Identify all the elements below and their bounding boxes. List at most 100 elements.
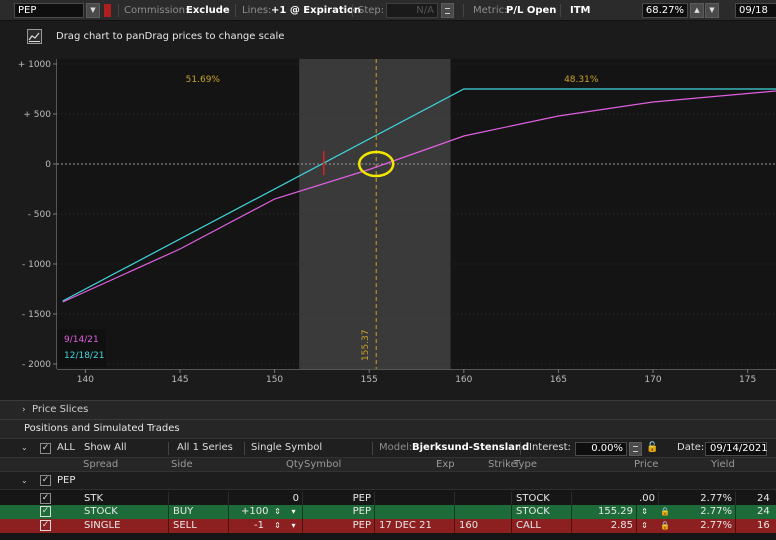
show-filter-dropdown[interactable]: Show All — [84, 439, 127, 457]
model-dropdown[interactable]: Bjerksund-Stensland — [412, 439, 529, 457]
header-spread[interactable]: Spread — [83, 458, 118, 472]
commission-value[interactable]: Exclude — [186, 3, 230, 18]
qty-dropdown-icon[interactable]: ▾ — [289, 506, 298, 517]
header-exp[interactable]: Exp — [436, 458, 455, 472]
itm-dropdown-button[interactable]: ▼ — [705, 3, 719, 18]
header-side[interactable]: Side — [171, 458, 193, 472]
y-tick-label: + 1000 — [18, 60, 52, 70]
y-tick-label: 0 — [45, 160, 51, 170]
table-row[interactable]: ✓ STOCK BUY +100 ⇕ ▾ PEP STOCK 155.29 ⇕ … — [0, 505, 776, 519]
group-checkbox[interactable]: ✓ — [40, 475, 51, 486]
select-all-checkbox[interactable]: ✓ — [40, 443, 51, 454]
symbol-input[interactable]: PEP — [14, 3, 84, 18]
price-slices-label[interactable]: Price Slices — [32, 401, 88, 419]
symbol-dropdown-button[interactable]: ▼ — [86, 3, 100, 18]
cell-type: STOCK — [512, 492, 572, 506]
risk-profile-chart[interactable]: + 1000 + 500 0- 500- 1000- 1500- 2000 140 1… — [0, 55, 776, 395]
series-filter-dropdown[interactable]: All 1 Series — [177, 439, 233, 457]
cell-yield: 2.77% — [659, 492, 736, 506]
price-spinner-icon[interactable]: ⇕ — [640, 506, 649, 517]
qty-spinner-icon[interactable]: ⇕ — [273, 520, 282, 531]
step-input[interactable]: N/A — [386, 3, 438, 18]
row-checkbox[interactable]: ✓ — [40, 506, 51, 517]
probability-left-label: 51.69% — [186, 75, 221, 85]
x-tick-label: 150 — [266, 375, 283, 385]
itm-percent-input[interactable]: 68.27% — [642, 3, 688, 18]
y-tick-label: - 1500 — [22, 310, 51, 320]
table-row[interactable]: ✓ STK 0 PEP STOCK .00 2.77% 24 — [0, 492, 776, 506]
cell-spread: STOCK — [80, 505, 169, 519]
risk-profile-svg[interactable]: + 1000+ 5000- 500- 1000- 1500- 2000 140 1… — [0, 55, 776, 395]
metric-value[interactable]: P/L Open — [506, 3, 556, 18]
cell-symbol: PEP — [303, 505, 375, 519]
header-qty[interactable]: Qty — [286, 458, 304, 472]
cell-extra: 24 — [757, 506, 770, 517]
header-yield[interactable]: Yield — [711, 458, 735, 472]
y-tick-label: + 500 — [23, 110, 51, 120]
y-tick-label: - 1000 — [22, 260, 51, 270]
positions-title: Positions and Simulated Trades — [24, 423, 180, 434]
header-symbol[interactable]: Symbol — [304, 458, 341, 472]
interest-spinner[interactable] — [629, 442, 642, 456]
qty-spinner-icon[interactable]: ⇕ — [273, 506, 282, 517]
cell-yield: 2.77% — [672, 519, 736, 533]
table-row[interactable]: ✓ SINGLE SELL -1 ⇕ ▾ PEP 17 DEC 21 160 C… — [0, 519, 776, 533]
toolbar-separator — [560, 4, 561, 17]
current-price-label: 155.37 — [361, 330, 371, 362]
price-slices-header[interactable]: › Price Slices — [0, 400, 776, 419]
itm-spinner-up-button[interactable]: ▲ — [690, 3, 704, 18]
position-group-row[interactable]: ⌄ ✓ PEP — [0, 472, 776, 490]
row-checkbox[interactable]: ✓ — [40, 493, 51, 504]
x-tick-label: 165 — [550, 375, 567, 385]
toolbar-separator — [463, 4, 464, 17]
toolbar-separator — [235, 4, 236, 17]
row-checkbox[interactable]: ✓ — [40, 520, 51, 531]
top-toolbar: PEP ▼ Commission: Exclude Lines: +1 @ Ex… — [0, 0, 776, 21]
cell-qty[interactable]: 0 — [229, 492, 303, 506]
expand-chevron-icon[interactable]: › — [22, 401, 26, 419]
chart-hint-row: Drag chart to panDrag prices to change s… — [0, 22, 776, 52]
chart-icon[interactable] — [27, 29, 42, 44]
cell-side[interactable]: BUY — [169, 505, 229, 519]
interest-label: Interest: — [529, 442, 571, 453]
header-strike[interactable]: Strike — [488, 458, 517, 472]
price-spinner-icon[interactable]: ⇕ — [640, 520, 649, 531]
price-lock-icon[interactable]: 🔒 — [660, 507, 670, 516]
cell-strike[interactable]: 160 — [455, 519, 512, 533]
cell-side[interactable]: SELL — [169, 519, 229, 533]
positions-header: Positions and Simulated Trades — [0, 419, 776, 438]
group-collapse-chevron-icon[interactable]: ⌄ — [21, 472, 28, 489]
cell-symbol: PEP — [303, 519, 375, 533]
commission-label: Commission: — [124, 5, 189, 16]
x-tick-label: 145 — [171, 375, 188, 385]
interest-input[interactable]: 0.00% — [575, 442, 627, 456]
chart-hint-text: Drag chart to panDrag prices to change s… — [56, 31, 285, 42]
x-tick-label: 170 — [644, 375, 661, 385]
lines-value[interactable]: +1 @ Expiration — [271, 3, 361, 18]
price-lock-icon[interactable]: 🔒 — [660, 521, 670, 530]
symbol-filter-dropdown[interactable]: Single Symbol — [251, 439, 322, 457]
x-tick-label: 140 — [77, 375, 94, 385]
cell-side[interactable] — [169, 492, 229, 506]
cell-exp[interactable] — [375, 492, 455, 506]
qty-dropdown-icon[interactable]: ▾ — [289, 520, 298, 531]
step-label: Step: — [358, 5, 385, 16]
cell-strike[interactable] — [455, 505, 512, 519]
cell-price[interactable]: 2.85 — [572, 519, 637, 533]
positions-date-input[interactable]: 09/14/2021 — [705, 442, 768, 456]
header-type[interactable]: Type — [514, 458, 537, 472]
step-spinner[interactable] — [441, 3, 454, 18]
itm-label[interactable]: ITM — [570, 3, 591, 18]
alert-flag-icon[interactable] — [104, 4, 111, 17]
toolbar-separator — [352, 4, 353, 17]
header-price[interactable]: Price — [634, 458, 658, 472]
lock-open-icon[interactable]: 🔓 — [646, 439, 658, 457]
cell-strike[interactable] — [455, 492, 512, 506]
toolbar-date-input[interactable]: 09/18 — [735, 3, 776, 18]
collapse-chevron-icon[interactable]: ⌄ — [21, 439, 28, 457]
cell-exp[interactable]: 17 DEC 21 — [375, 519, 455, 533]
cell-price[interactable]: .00 — [572, 492, 659, 506]
cell-spread: STK — [80, 492, 169, 506]
cell-price[interactable]: 155.29 — [572, 505, 637, 519]
cell-exp[interactable] — [375, 505, 455, 519]
